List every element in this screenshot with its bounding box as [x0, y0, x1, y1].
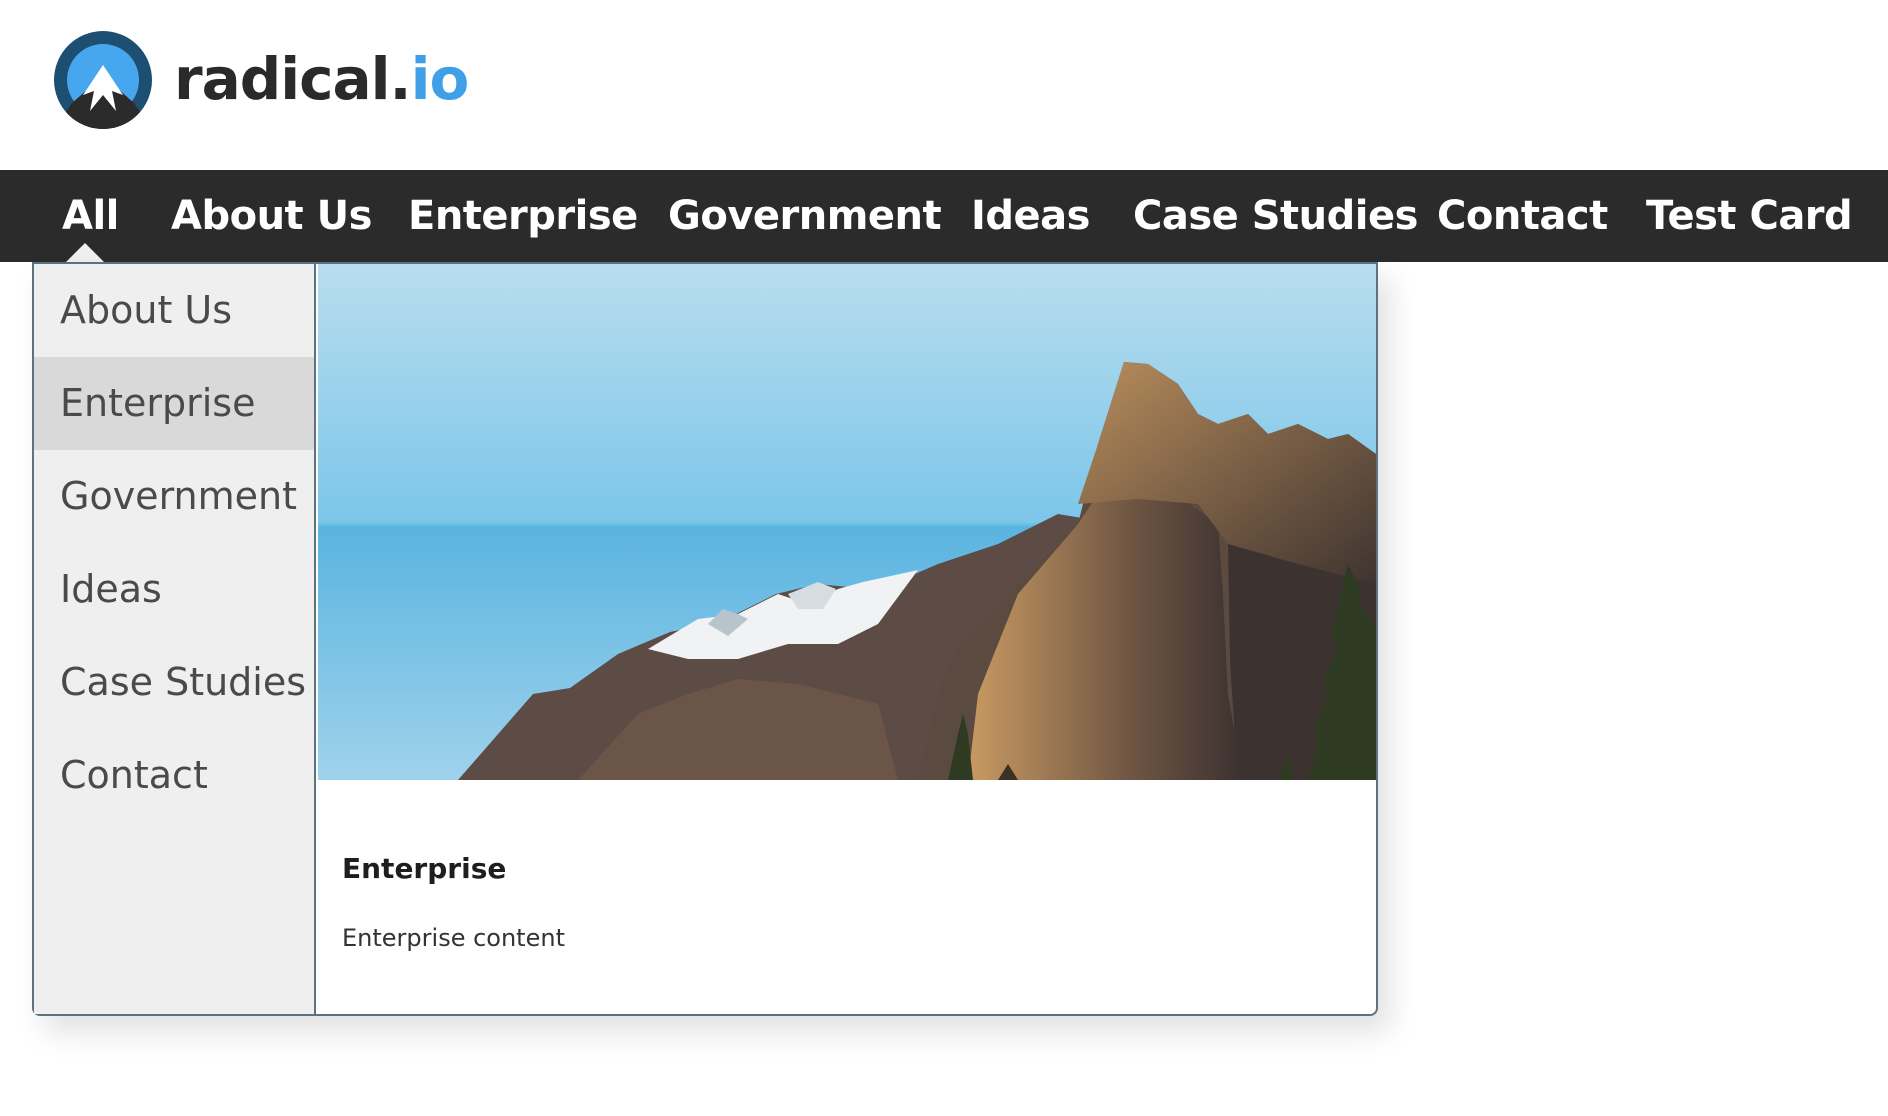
nav-item-contact[interactable]: Contact	[1437, 170, 1608, 262]
dropdown-sidebar: About Us Enterprise Government Ideas Cas…	[34, 264, 316, 1014]
nav-item-ideas[interactable]: Ideas	[971, 170, 1090, 262]
dropdown-item-case-studies[interactable]: Case Studies	[34, 636, 314, 729]
logo-icon[interactable]	[54, 31, 152, 129]
main-navbar: All About Us Enterprise Government Ideas…	[0, 170, 1888, 262]
brand-wordmark[interactable]: radical.io	[174, 40, 470, 118]
dropdown-item-contact[interactable]: Contact	[34, 729, 314, 822]
brand-name: radical	[174, 45, 391, 113]
brand-dot: .	[389, 45, 412, 113]
nav-item-about-us[interactable]: About Us	[171, 170, 372, 262]
nav-item-test-card[interactable]: Test Card	[1646, 170, 1853, 262]
site-header: radical.io	[0, 0, 1888, 170]
mountain-landscape-image	[318, 264, 1376, 780]
mega-menu-dropdown: About Us Enterprise Government Ideas Cas…	[32, 262, 1378, 1016]
brand-tld: io	[410, 45, 470, 113]
card-title: Enterprise	[342, 852, 507, 885]
content-card[interactable]: Enterprise Enterprise content	[318, 264, 1376, 1014]
dropdown-item-government[interactable]: Government	[34, 450, 314, 543]
card-text: Enterprise content	[342, 924, 565, 952]
dropdown-item-ideas[interactable]: Ideas	[34, 543, 314, 636]
nav-item-government[interactable]: Government	[668, 170, 942, 262]
dropdown-item-about-us[interactable]: About Us	[34, 264, 314, 357]
dropdown-caret-icon	[66, 243, 104, 262]
dropdown-item-enterprise[interactable]: Enterprise	[34, 357, 314, 450]
nav-item-enterprise[interactable]: Enterprise	[408, 170, 638, 262]
nav-item-case-studies[interactable]: Case Studies	[1133, 170, 1418, 262]
